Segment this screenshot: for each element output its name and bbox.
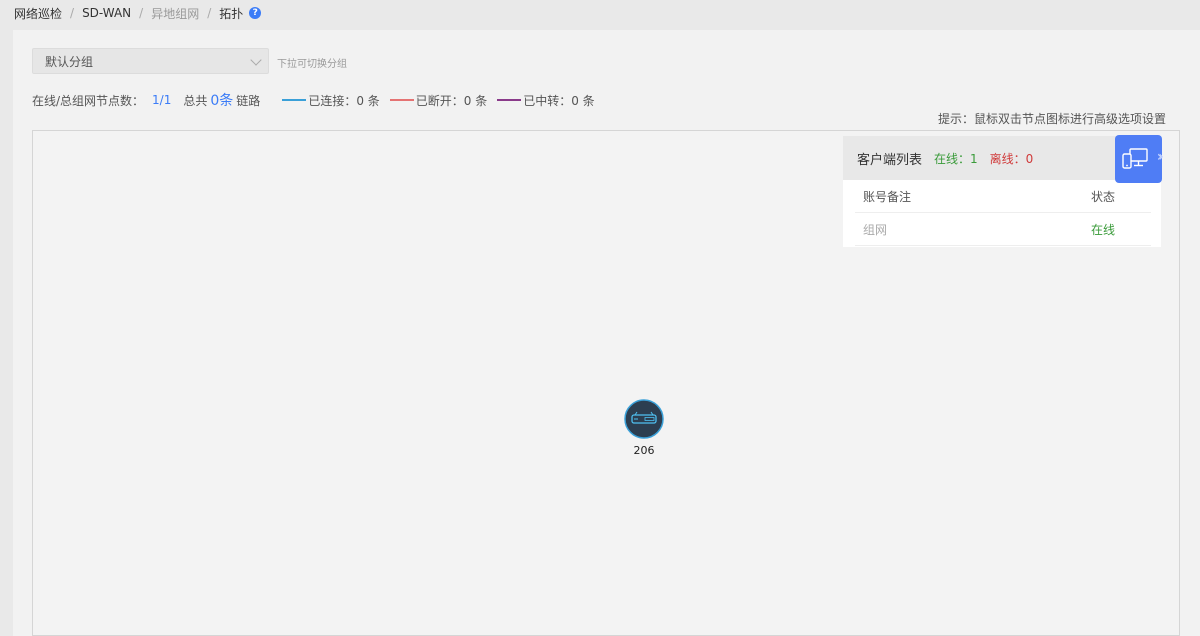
chevron-right-double-icon: ››: [1156, 149, 1164, 165]
breadcrumb-separator: /: [207, 6, 212, 20]
router-icon[interactable]: [624, 399, 664, 439]
topology-canvas[interactable]: 客户端列表 在线：1 离线：0 账号备注 状态 组网 在线 ›› 206: [32, 130, 1180, 636]
topology-tip: 提示：鼠标双击节点图标进行高级选项设置: [937, 112, 1166, 126]
table-row[interactable]: 组网 在线: [855, 213, 1151, 246]
legend-relayed-line: [497, 99, 522, 101]
devices-icon: [1122, 148, 1148, 169]
online-nodes-label: 在线/总组网节点数：: [32, 93, 145, 108]
total-links-suffix: 链路: [236, 93, 261, 108]
breadcrumb-item-topology: 拓扑: [219, 6, 244, 21]
breadcrumb-item-inspection[interactable]: 网络巡检: [14, 5, 62, 22]
client-list-toggle-button[interactable]: ››: [1115, 135, 1164, 183]
legend-disconnected-line: [389, 99, 414, 101]
legend-relayed: 已中转：0 条: [523, 93, 595, 108]
online-nodes-value: 1/1: [152, 93, 172, 107]
client-list-title: 客户端列表: [857, 152, 923, 168]
column-status: 状态: [1091, 189, 1116, 204]
total-links-prefix: 总共: [183, 93, 208, 108]
client-list-panel: 客户端列表 在线：1 离线：0 账号备注 状态 组网 在线: [843, 136, 1161, 247]
client-list-header: 客户端列表 在线：1 离线：0: [843, 136, 1161, 180]
table-header-row: 账号备注 状态: [855, 180, 1151, 213]
client-list-table: 账号备注 状态 组网 在线: [843, 180, 1161, 247]
group-select-value: 默认分组: [45, 54, 94, 69]
breadcrumb-item-sdwan[interactable]: SD-WAN: [82, 6, 131, 20]
main-panel: 默认分组 下拉可切换分组 在线/总组网节点数： 1/1 总共 0条 链路 已连接…: [13, 30, 1200, 636]
help-icon[interactable]: ?: [249, 7, 262, 19]
column-account-note: 账号备注: [863, 189, 912, 204]
breadcrumb-separator: /: [70, 6, 75, 20]
row-account-note: 组网: [863, 222, 888, 237]
node-label: 206: [633, 444, 655, 457]
breadcrumb-item-remote-network[interactable]: 异地组网: [151, 5, 199, 22]
legend-connected: 已连接：0 条: [308, 93, 380, 108]
client-online-count: 在线：1: [934, 151, 978, 166]
legend-connected-line: [282, 99, 307, 101]
total-links-value: 0条: [210, 93, 234, 109]
group-select-hint: 下拉可切换分组: [277, 59, 347, 70]
legend-disconnected: 已断开：0 条: [415, 93, 488, 108]
breadcrumb: 网络巡检 / SD-WAN / 异地组网 / 拓扑 ?: [0, 0, 1200, 26]
group-select[interactable]: 默认分组: [32, 48, 269, 74]
breadcrumb-separator: /: [139, 6, 144, 20]
row-status: 在线: [1091, 222, 1116, 237]
client-offline-count: 离线：0: [989, 151, 1034, 166]
topology-stats: 在线/总组网节点数： 1/1 总共 0条 链路 已连接：0 条 已断开：0 条 …: [32, 92, 595, 109]
chevron-down-icon: [250, 54, 262, 66]
